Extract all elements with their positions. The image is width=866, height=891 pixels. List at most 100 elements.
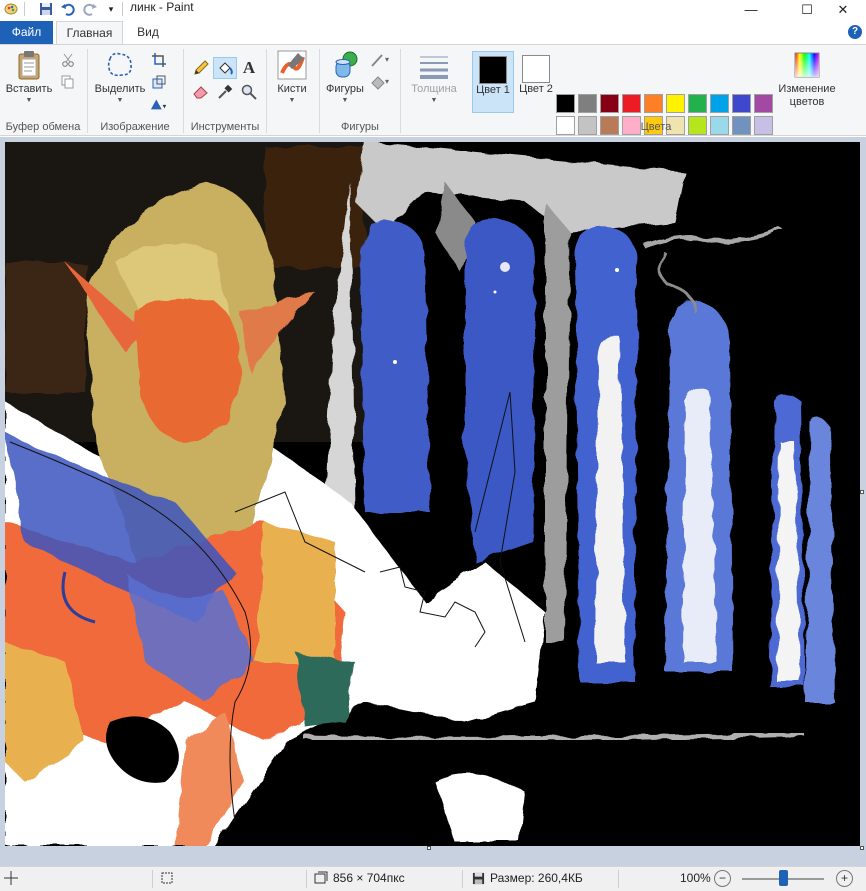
color1-button[interactable]: Цвет 1 — [472, 51, 514, 113]
brushes-button[interactable]: Кисти ▼ — [272, 49, 312, 104]
colors-group-label: Цвета — [640, 121, 672, 133]
select-icon — [107, 52, 132, 77]
svg-text:▾: ▾ — [385, 77, 389, 86]
fill-icon[interactable] — [213, 57, 237, 79]
color-picker-icon[interactable] — [216, 83, 234, 101]
select-button[interactable]: Выделить ▼ — [93, 49, 147, 104]
palette-swatch[interactable] — [644, 94, 663, 113]
group-divider — [266, 49, 267, 133]
chevron-down-icon: ▼ — [341, 97, 349, 104]
save-icon[interactable] — [38, 1, 54, 17]
shapes-label: Фигуры — [326, 83, 364, 95]
palette-swatch[interactable] — [688, 94, 707, 113]
image-group-label: Изображение — [100, 121, 170, 133]
zoom-slider-thumb[interactable] — [779, 870, 788, 886]
resize-handle-corner[interactable] — [860, 846, 864, 850]
brush-icon — [277, 50, 307, 80]
palette-swatch[interactable] — [578, 94, 597, 113]
paste-button[interactable]: Вставить ▼ — [6, 49, 52, 104]
cursor-position-icon — [4, 871, 18, 885]
drawing-canvas[interactable] — [5, 142, 860, 846]
outline-icon[interactable]: ▾ — [369, 51, 395, 69]
edit-colors-label: Изменение цветов — [778, 83, 836, 108]
tools-group-label: Инструменты — [190, 121, 260, 133]
copy-icon[interactable] — [59, 73, 77, 91]
tab-view[interactable]: Вид — [128, 21, 168, 44]
status-bar: 856 × 704пкс Размер: 260,4КБ 100% − + — [0, 866, 866, 891]
pencil-icon[interactable] — [192, 59, 210, 77]
chevron-down-icon: ▼ — [430, 97, 438, 104]
fill-shape-icon[interactable]: ▾ — [369, 73, 395, 91]
ribbon: Вставить ▼ Буфер обмена Выделить ▼ ▾ Изо… — [0, 44, 866, 157]
file-size-text: Размер: 260,4КБ — [490, 871, 583, 885]
zoom-out-button[interactable]: − — [714, 870, 731, 887]
file-size: Размер: 260,4КБ — [472, 871, 583, 885]
color2-swatch — [522, 55, 550, 83]
magnifier-icon[interactable] — [240, 83, 258, 101]
palette-swatch[interactable] — [556, 94, 575, 113]
chevron-down-icon: ▼ — [25, 97, 33, 104]
shapes-group-label: Фигуры — [341, 121, 379, 133]
color2-button[interactable]: Цвет 2 — [515, 51, 557, 113]
text-icon[interactable]: A — [240, 58, 258, 77]
crop-icon[interactable] — [150, 51, 168, 69]
minimize-button[interactable]: — — [728, 0, 774, 19]
status-divider — [306, 870, 307, 888]
line-thickness-icon — [420, 56, 448, 79]
color1-swatch — [479, 56, 507, 84]
redo-icon[interactable] — [82, 1, 98, 17]
customize-qa-icon[interactable]: ▾ — [103, 1, 119, 17]
resize-icon[interactable] — [150, 73, 168, 91]
help-icon[interactable]: ? — [848, 25, 862, 39]
title-bar: ▾ линк - Paint — ☐ ✕ — [0, 0, 866, 19]
select-label: Выделить — [94, 83, 146, 95]
color1-label: Цвет 1 — [476, 84, 510, 96]
palette-swatch[interactable] — [710, 94, 729, 113]
svg-text:▾: ▾ — [163, 102, 167, 111]
color2-label: Цвет 2 — [519, 83, 553, 95]
zoom-in-button[interactable]: + — [836, 870, 853, 887]
resize-handle-bottom[interactable] — [427, 846, 431, 850]
size-label: Толщина — [411, 83, 457, 95]
cut-icon[interactable] — [59, 51, 77, 69]
dimensions-text: 856 × 704пкс — [333, 871, 405, 885]
group-divider — [400, 49, 401, 133]
palette-swatch[interactable] — [732, 94, 751, 113]
tab-home[interactable]: Главная — [56, 21, 123, 44]
palette-swatch[interactable] — [600, 94, 619, 113]
image-size-icon — [314, 871, 328, 884]
selection-size-icon — [160, 871, 174, 885]
undo-icon[interactable] — [60, 1, 76, 17]
qa-divider — [24, 2, 25, 16]
edit-colors-button[interactable]: Изменение цветов — [776, 49, 838, 109]
ribbon-tabs: Файл Главная Вид ? — [0, 21, 866, 44]
status-divider — [462, 870, 463, 888]
status-divider — [618, 870, 619, 888]
size-button[interactable]: Толщина ▼ — [405, 49, 463, 104]
resize-handle-right[interactable] — [860, 490, 864, 494]
image-dimensions: 856 × 704пкс — [314, 871, 405, 885]
disk-icon — [472, 872, 485, 884]
chevron-down-icon: ▼ — [116, 97, 124, 104]
brushes-label: Кисти — [277, 83, 307, 95]
color-spectrum-icon — [794, 52, 820, 78]
status-divider — [152, 870, 153, 888]
palette-swatch[interactable] — [622, 94, 641, 113]
clipboard-group-label: Буфер обмена — [5, 121, 81, 133]
chevron-down-icon: ▼ — [288, 97, 296, 104]
window-title: линк - Paint — [130, 0, 194, 14]
rotate-icon[interactable]: ▾ — [150, 95, 168, 113]
title-divider — [122, 2, 123, 16]
paste-label: Вставить — [5, 83, 53, 95]
palette-swatch[interactable] — [666, 94, 685, 113]
close-button[interactable]: ✕ — [820, 0, 866, 19]
canvas-workspace[interactable] — [0, 137, 866, 866]
shapes-button[interactable]: Фигуры ▼ — [322, 49, 368, 104]
eraser-icon[interactable] — [192, 83, 210, 101]
svg-text:▾: ▾ — [385, 55, 389, 64]
artwork-image — [5, 142, 860, 846]
tab-file[interactable]: Файл — [0, 21, 53, 44]
palette-swatch[interactable] — [754, 94, 773, 113]
paint-app-icon[interactable] — [3, 1, 19, 17]
clipboard-icon — [18, 51, 40, 80]
